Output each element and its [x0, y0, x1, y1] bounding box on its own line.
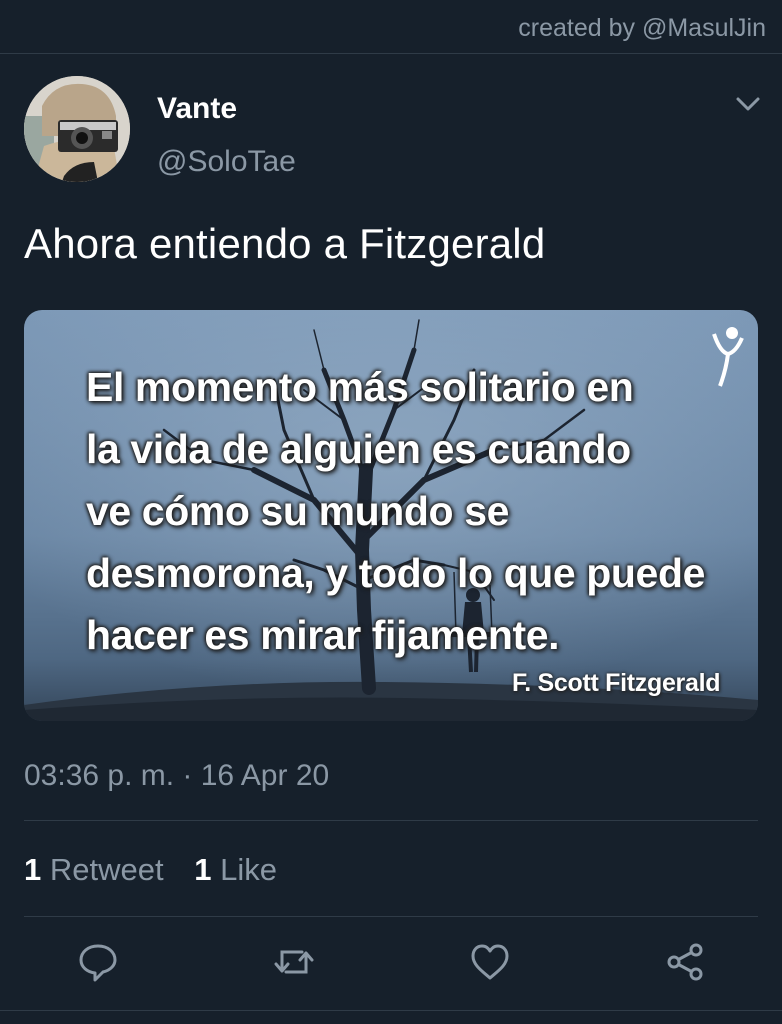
meta-divider	[24, 820, 758, 821]
like-stat[interactable]: 1 Like	[194, 852, 277, 887]
like-count: 1	[194, 852, 212, 887]
avatar[interactable]	[24, 76, 130, 182]
quote-line: ve cómo su mundo se	[86, 488, 510, 534]
quote-line: la vida de alguien es cuando	[86, 426, 631, 472]
quote-text: El momento más solitario en la vida de a…	[86, 356, 736, 666]
like-label: Like	[220, 852, 277, 887]
author-handle[interactable]: @SoloTae	[157, 145, 296, 179]
tweet-text: Ahora entiendo a Fitzgerald	[24, 220, 546, 267]
chevron-down-icon[interactable]	[734, 94, 762, 114]
stats-divider	[24, 916, 758, 917]
avatar-image	[24, 76, 130, 182]
reply-icon[interactable]	[76, 940, 120, 984]
retweet-stat[interactable]: 1 Retweet	[24, 852, 164, 887]
retweet-icon[interactable]	[272, 940, 316, 984]
bottom-divider	[0, 1010, 782, 1011]
quote-line: desmorona, y todo lo que puede	[86, 550, 705, 596]
like-icon[interactable]	[468, 940, 512, 984]
engagement-stats: 1 Retweet 1 Like	[24, 852, 299, 888]
quote-attribution: F. Scott Fitzgerald	[512, 669, 721, 697]
top-divider	[0, 53, 782, 54]
quote-line: hacer es mirar fijamente.	[86, 612, 560, 658]
share-icon[interactable]	[664, 940, 708, 984]
author-name[interactable]: Vante	[157, 92, 237, 126]
retweet-count: 1	[24, 852, 42, 887]
retweet-label: Retweet	[49, 852, 164, 887]
watermark-text: created by @MasulJin	[518, 14, 766, 42]
quote-line: El momento más solitario en	[86, 364, 634, 410]
tweet-media-image[interactable]: El momento más solitario en la vida de a…	[24, 310, 758, 721]
tweet-timestamp[interactable]: 03:36 p. m. · 16 Apr 20	[24, 759, 329, 793]
